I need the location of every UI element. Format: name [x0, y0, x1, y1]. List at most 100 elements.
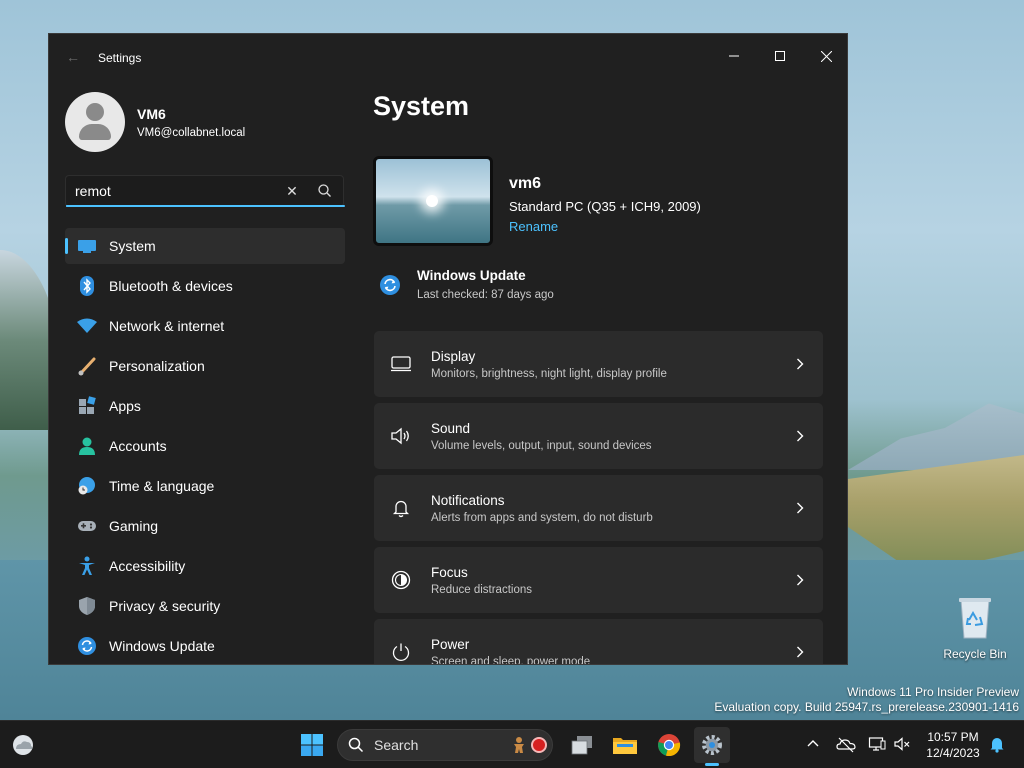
settings-window: ← Settings VM6 VM6@collabnet.local ✕	[48, 33, 848, 665]
device-name: vm6	[509, 175, 542, 192]
search-input[interactable]	[75, 180, 265, 202]
wifi-icon	[77, 316, 97, 336]
task-view-icon	[571, 736, 592, 755]
sidebar-item-label: Bluetooth & devices	[109, 278, 233, 294]
taskbar-search[interactable]: Search	[337, 729, 553, 761]
maximize-icon	[775, 51, 785, 61]
update-icon	[380, 275, 400, 295]
chevron-right-icon	[793, 499, 807, 517]
clock-time: 10:57 PM	[927, 730, 979, 744]
page-title: System	[373, 91, 470, 121]
system-clock[interactable]: 10:57 PM 12/4/2023	[918, 729, 988, 761]
weather-cloud-icon[interactable]	[10, 733, 36, 757]
clear-icon[interactable]: ✕	[282, 181, 302, 201]
task-view-button[interactable]	[564, 727, 600, 763]
sidebar-nav: System Bluetooth & devices Network & int…	[65, 228, 345, 664]
recycle-bin-shortcut[interactable]: Recycle Bin	[940, 596, 1010, 661]
chevron-right-icon	[793, 355, 807, 373]
start-windows-icon[interactable]	[300, 733, 324, 757]
chrome-button[interactable]	[651, 727, 687, 763]
minimize-button[interactable]	[711, 40, 757, 72]
user-email: VM6@collabnet.local	[137, 126, 246, 139]
chevron-right-icon	[793, 643, 807, 661]
sidebar-item-apps[interactable]: Apps	[65, 388, 345, 424]
sidebar-item-label: Privacy & security	[109, 598, 221, 614]
sidebar-item-label: Time & language	[109, 478, 215, 494]
close-button[interactable]	[803, 40, 847, 72]
chevron-right-icon	[793, 427, 807, 445]
notification-bell-icon[interactable]	[988, 735, 1006, 753]
settings-cards: Display Monitors, brightness, night ligh…	[374, 331, 823, 664]
volume-muted-icon[interactable]	[893, 735, 911, 753]
settings-taskbar-button[interactable]	[694, 727, 730, 766]
windows-update-subtitle: Last checked: 87 days ago	[417, 289, 554, 301]
sidebar-item-windows-update[interactable]: Windows Update	[65, 628, 345, 664]
rename-link[interactable]: Rename	[509, 219, 558, 234]
sidebar-item-personalization[interactable]: Personalization	[65, 348, 345, 384]
sidebar-item-label: Windows Update	[109, 638, 215, 654]
search-underline	[66, 205, 345, 207]
sidebar-item-label: Accessibility	[109, 558, 186, 574]
display-card[interactable]: Display Monitors, brightness, night ligh…	[374, 331, 823, 397]
card-subtitle: Monitors, brightness, night light, displ…	[431, 368, 667, 380]
sidebar-item-label: Accounts	[109, 438, 167, 454]
clock-date: 12/4/2023	[926, 746, 980, 760]
notifications-card[interactable]: Notifications Alerts from apps and syste…	[374, 475, 823, 541]
sidebar-item-gaming[interactable]: Gaming	[65, 508, 345, 544]
sidebar-item-label: Apps	[109, 398, 141, 414]
taskbar: Search 10:57 PM 12/4/2023	[0, 720, 1024, 768]
network-icon[interactable]	[868, 735, 886, 753]
maximize-button[interactable]	[757, 40, 803, 72]
sidebar-item-privacy-security[interactable]: Privacy & security	[65, 588, 345, 624]
recycle-bin-label: Recycle Bin	[943, 647, 1007, 661]
sidebar-item-label: Network & internet	[109, 318, 225, 334]
sidebar-item-label: Personalization	[109, 358, 205, 374]
chevron-up-icon[interactable]	[804, 735, 822, 753]
back-arrow-icon[interactable]: ←	[63, 48, 83, 66]
shield-icon	[77, 596, 97, 616]
settings-search-box[interactable]: ✕	[65, 175, 345, 207]
sidebar-item-time-language[interactable]: Time & language	[65, 468, 345, 504]
card-title: Sound	[431, 421, 471, 436]
card-title: Notifications	[431, 493, 505, 508]
watermark-line-1: Windows 11 Pro Insider Preview	[847, 685, 1019, 699]
desktop-grass	[848, 455, 1024, 575]
folder-icon	[613, 738, 637, 754]
sidebar-item-accessibility[interactable]: Accessibility	[65, 548, 345, 584]
card-title: Display	[431, 349, 476, 364]
file-explorer-button[interactable]	[607, 727, 643, 763]
device-model: Standard PC (Q35 + ICH9, 2009)	[509, 199, 701, 214]
update-icon	[77, 636, 97, 656]
gamepad-icon	[77, 516, 97, 536]
speaker-icon	[390, 425, 412, 447]
display-icon	[390, 353, 412, 375]
brush-icon	[77, 356, 97, 376]
card-title: Focus	[431, 565, 468, 580]
sidebar-item-accounts[interactable]: Accounts	[65, 428, 345, 464]
power-card[interactable]: Power Screen and sleep, power mode	[374, 619, 823, 664]
card-subtitle: Volume levels, output, input, sound devi…	[431, 440, 652, 452]
gear-icon	[702, 735, 722, 755]
person-icon	[77, 436, 97, 456]
focus-icon	[390, 569, 412, 591]
sidebar-item-label: System	[109, 238, 156, 254]
sidebar-item-bluetooth[interactable]: Bluetooth & devices	[65, 268, 345, 304]
user-name: VM6	[137, 105, 166, 122]
evaluation-watermark: Windows 11 Pro Insider Preview Evaluatio…	[714, 685, 1019, 715]
focus-card[interactable]: Focus Reduce distractions	[374, 547, 823, 613]
search-icon	[348, 737, 364, 753]
accessibility-icon	[77, 556, 97, 576]
device-wallpaper-thumbnail[interactable]	[373, 156, 493, 246]
sidebar-item-network[interactable]: Network & internet	[65, 308, 345, 344]
window-title: Settings	[98, 51, 142, 65]
card-subtitle: Alerts from apps and system, do not dist…	[431, 512, 653, 524]
onedrive-offline-icon[interactable]	[836, 735, 856, 753]
sound-card[interactable]: Sound Volume levels, output, input, soun…	[374, 403, 823, 469]
sidebar-item-system[interactable]: System	[65, 228, 345, 264]
apps-icon	[77, 396, 97, 416]
card-title: Power	[431, 637, 470, 652]
card-subtitle: Reduce distractions	[431, 584, 532, 596]
user-account[interactable]: VM6 VM6@collabnet.local	[65, 92, 245, 152]
search-icon[interactable]	[316, 182, 334, 200]
windows-update-title: Windows Update	[417, 268, 526, 283]
